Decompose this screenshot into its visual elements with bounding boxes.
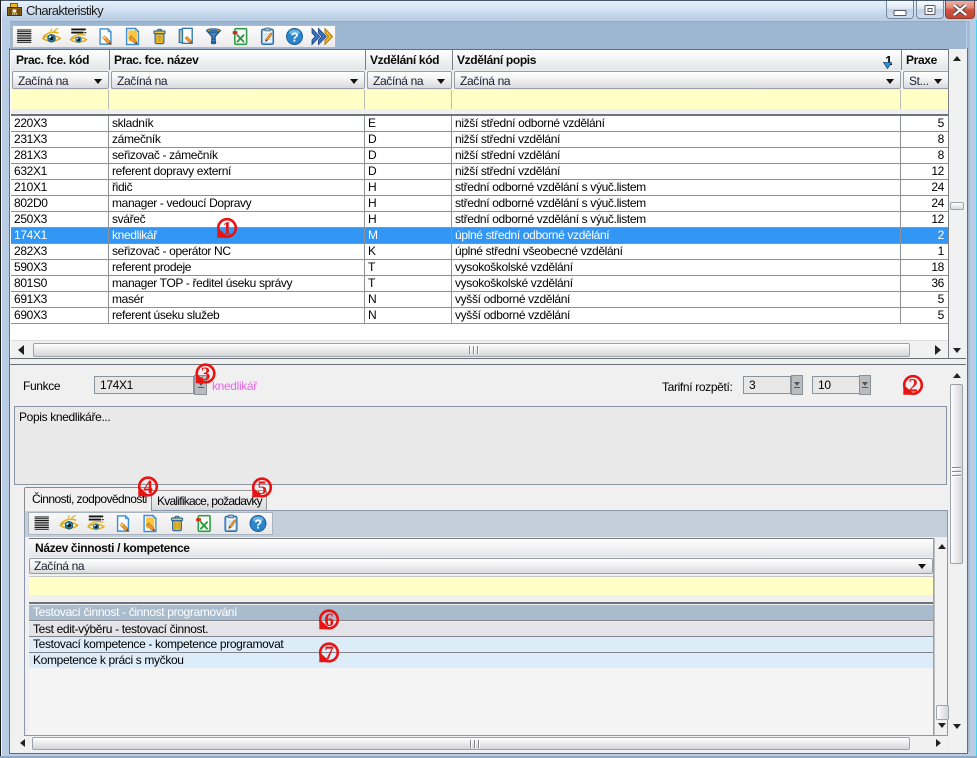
svg-text:1: 1 (222, 219, 231, 240)
svg-text:7: 7 (324, 643, 334, 664)
svg-text:2: 2 (908, 376, 917, 397)
svg-text:4: 4 (143, 477, 153, 498)
svg-text:3: 3 (201, 364, 210, 385)
svg-text:6: 6 (324, 610, 333, 631)
svg-text:5: 5 (257, 478, 266, 499)
